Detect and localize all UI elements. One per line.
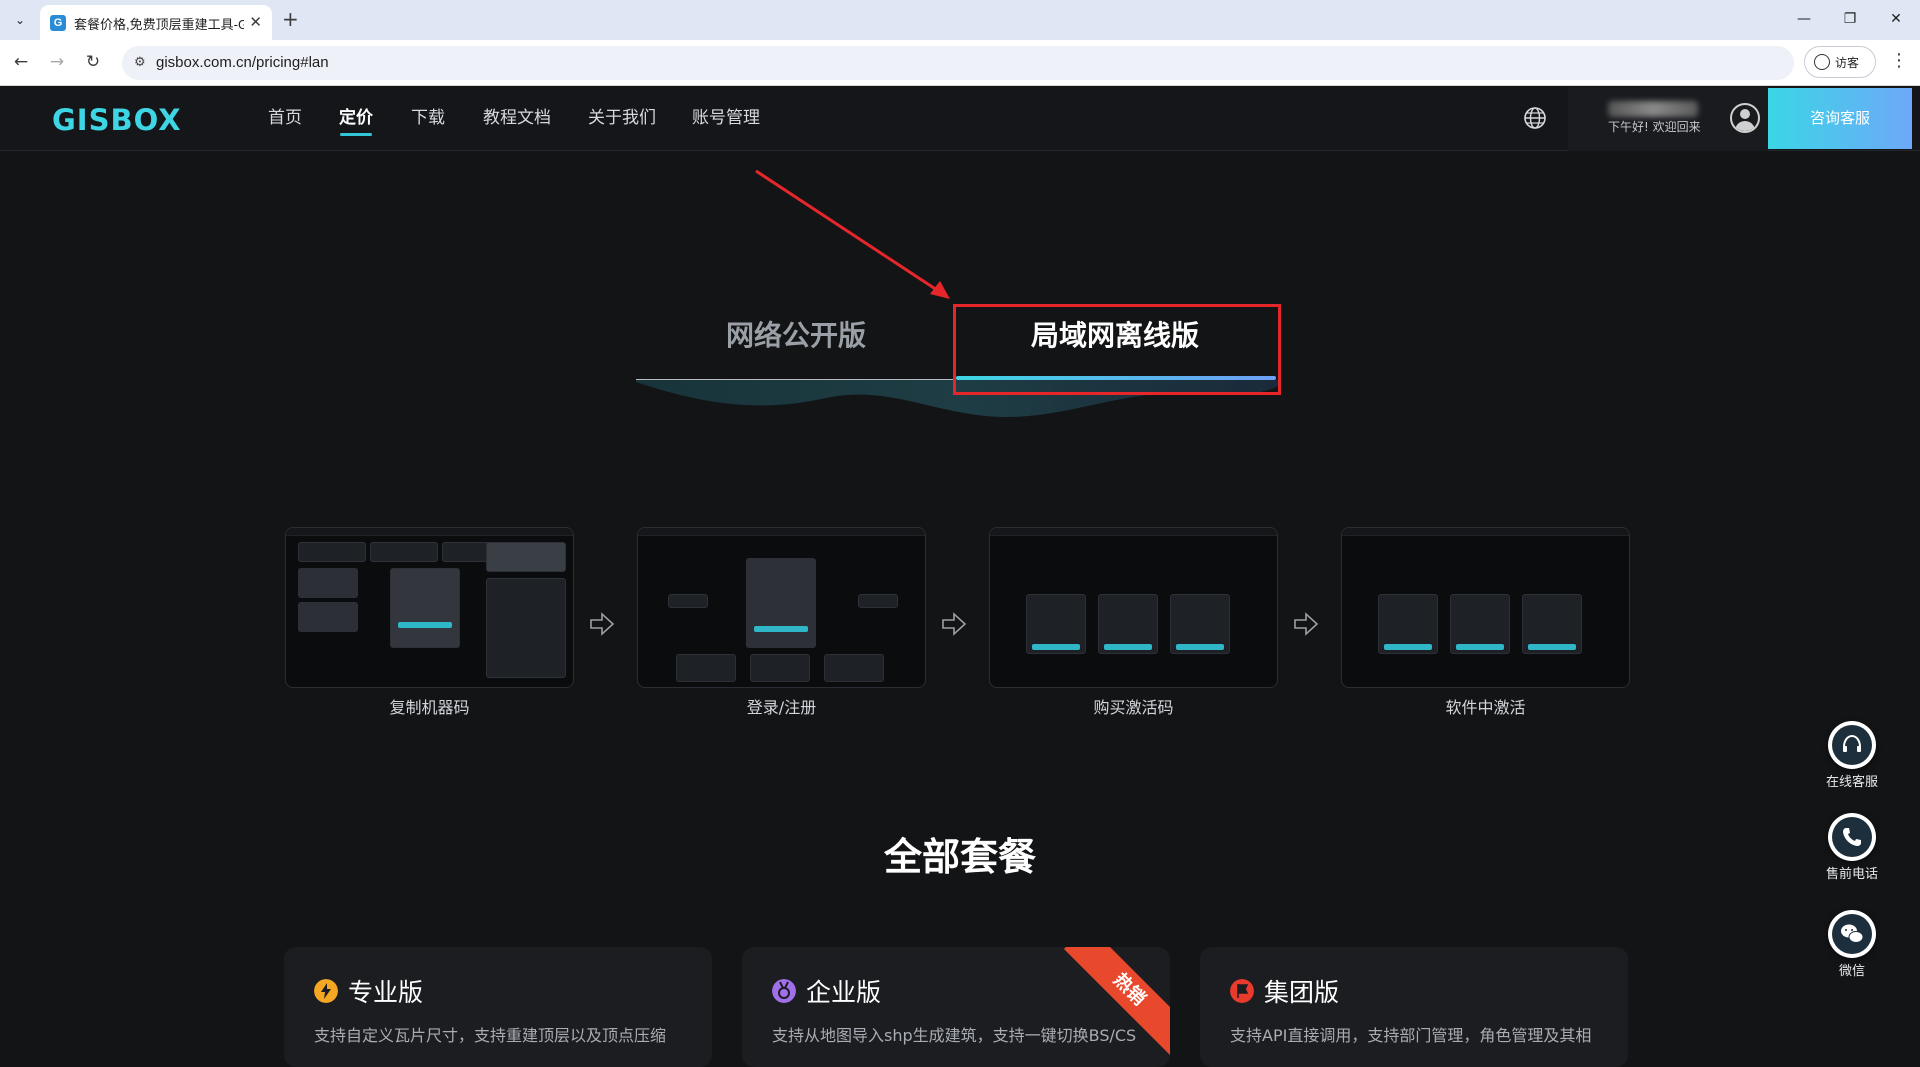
tab-search-chevron-icon[interactable]: ⌄ bbox=[8, 9, 32, 31]
plan-description: 支持从地图导入shp生成建筑，支持一键切换BS/CS bbox=[772, 1026, 1137, 1045]
step-arrow-icon bbox=[1294, 612, 1319, 636]
reload-icon[interactable]: ↻ bbox=[82, 52, 104, 72]
profile-button[interactable]: 访客 bbox=[1804, 46, 1876, 78]
greeting-text: 下午好! 欢迎回来 bbox=[1608, 120, 1701, 134]
step-screenshot-activate-in-software bbox=[1341, 527, 1630, 688]
step-label-login-register: 登录/注册 bbox=[746, 698, 817, 717]
wechat-icon bbox=[1841, 924, 1864, 943]
nav-about[interactable]: 关于我们 bbox=[588, 107, 656, 129]
username-redacted bbox=[1608, 101, 1698, 117]
online-service-label: 在线客服 bbox=[1825, 775, 1878, 790]
language-globe-icon[interactable] bbox=[1523, 106, 1547, 130]
wechat-button[interactable] bbox=[1828, 910, 1876, 958]
user-panel[interactable]: 下午好! 欢迎回来 bbox=[1568, 87, 1768, 151]
annotation-arrow bbox=[755, 169, 950, 299]
step-label-copy-machine-code: 复制机器码 bbox=[389, 698, 470, 717]
step-screenshot-copy-machine-code bbox=[285, 527, 574, 688]
browser-toolbar: ← → ↻ ⚙ gisbox.com.cn/pricing#lan 访客 ⋮ bbox=[0, 40, 1920, 86]
url-text[interactable]: gisbox.com.cn/pricing#lan bbox=[156, 54, 329, 72]
site-header: GISBOX 首页 定价 下载 教程文档 关于我们 账号管理 下午好! 欢迎回来… bbox=[0, 87, 1920, 151]
nav-home[interactable]: 首页 bbox=[268, 107, 302, 129]
avatar-icon[interactable] bbox=[1730, 103, 1760, 133]
plan-card-group[interactable]: 集团版 支持API直接调用，支持部门管理，角色管理及其相 bbox=[1200, 947, 1628, 1067]
address-bar[interactable]: ⚙ gisbox.com.cn/pricing#lan bbox=[122, 46, 1794, 80]
back-icon[interactable]: ← bbox=[10, 52, 32, 72]
nav-account[interactable]: 账号管理 bbox=[692, 107, 760, 129]
plan-name: 专业版 bbox=[348, 978, 424, 1007]
nav-pricing[interactable]: 定价 bbox=[339, 107, 373, 129]
headset-icon bbox=[1843, 734, 1861, 752]
step-arrow-icon bbox=[942, 612, 967, 636]
minimize-button[interactable]: — bbox=[1794, 10, 1814, 28]
nav-active-indicator bbox=[340, 133, 372, 136]
step-label-activate-in-software: 软件中激活 bbox=[1445, 698, 1526, 717]
forward-icon[interactable]: → bbox=[46, 52, 68, 72]
annotation-highlight-box bbox=[953, 304, 1281, 395]
all-plans-title: 全部套餐 bbox=[883, 835, 1036, 879]
profile-icon bbox=[1814, 54, 1830, 70]
online-service-button[interactable] bbox=[1828, 721, 1876, 769]
plan-name: 集团版 bbox=[1264, 978, 1340, 1007]
presale-phone-button[interactable] bbox=[1828, 813, 1876, 861]
browser-menu-icon[interactable]: ⋮ bbox=[1890, 51, 1908, 71]
step-screenshot-login-register bbox=[637, 527, 926, 688]
nav-docs[interactable]: 教程文档 bbox=[483, 107, 551, 129]
step-screenshot-buy-activation-code bbox=[989, 527, 1278, 688]
medal-icon bbox=[772, 979, 796, 1003]
plan-description: 支持自定义瓦片尺寸，支持重建顶层以及顶点压缩 bbox=[314, 1026, 667, 1045]
tab-online-edition[interactable]: 网络公开版 bbox=[726, 318, 866, 354]
nav-download[interactable]: 下载 bbox=[411, 107, 445, 129]
tab-title: 套餐价格,免费顶层重建工具-GI bbox=[74, 17, 244, 32]
close-window-button[interactable]: ✕ bbox=[1886, 10, 1906, 28]
site-info-icon[interactable]: ⚙ bbox=[134, 55, 146, 71]
plan-description: 支持API直接调用，支持部门管理，角色管理及其相 bbox=[1230, 1026, 1592, 1045]
new-tab-button[interactable]: + bbox=[282, 8, 299, 30]
step-label-buy-activation-code: 购买激活码 bbox=[1093, 698, 1174, 717]
site-favicon-icon: G bbox=[50, 15, 66, 31]
lightning-icon bbox=[314, 979, 338, 1003]
gisbox-logo[interactable]: GISBOX bbox=[52, 103, 182, 137]
phone-icon bbox=[1843, 828, 1861, 846]
flag-icon bbox=[1230, 979, 1254, 1003]
wechat-label: 微信 bbox=[1838, 964, 1865, 979]
consult-service-button[interactable]: 咨询客服 bbox=[1768, 88, 1912, 149]
browser-tab[interactable]: G 套餐价格,免费顶层重建工具-GI ✕ bbox=[40, 5, 272, 40]
browser-tab-strip: ⌄ G 套餐价格,免费顶层重建工具-GI ✕ + — ❐ ✕ bbox=[0, 0, 1920, 40]
plan-card-professional[interactable]: 专业版 支持自定义瓦片尺寸，支持重建顶层以及顶点压缩 bbox=[284, 947, 712, 1067]
step-arrow-icon bbox=[590, 612, 615, 636]
plan-name: 企业版 bbox=[806, 978, 882, 1007]
restore-button[interactable]: ❐ bbox=[1840, 10, 1860, 28]
tab-close-icon[interactable]: ✕ bbox=[249, 13, 262, 31]
profile-label: 访客 bbox=[1835, 56, 1860, 70]
presale-phone-label: 售前电话 bbox=[1825, 867, 1878, 882]
plan-card-enterprise[interactable]: 企业版 支持从地图导入shp生成建筑，支持一键切换BS/CS 热销 bbox=[742, 947, 1170, 1067]
